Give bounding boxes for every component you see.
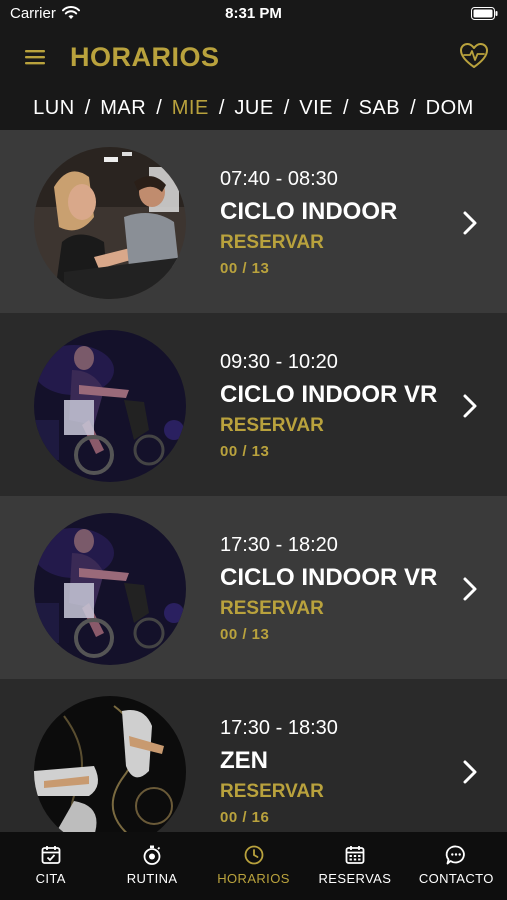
tab-contacto[interactable]: CONTACTO	[406, 832, 507, 900]
class-row[interactable]: 09:30 - 10:20 CICLO INDOOR VR RESERVAR 0…	[0, 313, 507, 496]
day-tab-sab[interactable]: SAB	[359, 97, 401, 120]
nav-bar: HORARIOS	[0, 30, 507, 86]
day-tab-jue[interactable]: JUE	[234, 97, 273, 120]
class-list: 07:40 - 08:30 CICLO INDOOR RESERVAR 00 /…	[0, 130, 507, 832]
spots-count: 00 / 13	[220, 626, 270, 643]
tab-label: HORARIOS	[217, 871, 290, 886]
day-tab-lun[interactable]: LUN	[33, 97, 75, 120]
chevron-right-icon[interactable]	[462, 759, 478, 785]
day-separator: /	[410, 96, 416, 119]
class-time: 17:30 - 18:30	[220, 717, 338, 739]
day-tab-vie[interactable]: VIE	[299, 97, 333, 120]
class-photo	[34, 513, 186, 665]
chevron-right-icon[interactable]	[462, 576, 478, 602]
tab-label: RUTINA	[126, 871, 178, 886]
calendar-grid-icon	[345, 846, 365, 864]
day-tab-dom[interactable]: DOM	[426, 97, 474, 120]
clock-icon	[244, 845, 263, 865]
clock-time: 8:31 PM	[225, 5, 282, 22]
class-photo	[34, 696, 186, 832]
class-time: 17:30 - 18:20	[220, 534, 338, 556]
heart-pulse-icon[interactable]	[459, 41, 489, 71]
class-row[interactable]: 07:40 - 08:30 CICLO INDOOR RESERVAR 00 /…	[0, 130, 507, 313]
reserve-button[interactable]: RESERVAR	[220, 781, 324, 803]
tab-label: RESERVAS	[318, 871, 392, 886]
class-time: 09:30 - 10:20	[220, 351, 338, 373]
day-tab-mar[interactable]: MAR	[100, 97, 146, 120]
reserve-button[interactable]: RESERVAR	[220, 415, 324, 437]
class-row[interactable]: 17:30 - 18:20 CICLO INDOOR VR RESERVAR 0…	[0, 496, 507, 679]
tab-label: CONTACTO	[418, 871, 494, 886]
class-photo	[34, 330, 186, 482]
class-name: CICLO INDOOR VR	[220, 564, 438, 591]
spots-count: 00 / 13	[220, 443, 270, 460]
spots-count: 00 / 13	[220, 260, 270, 277]
chat-bubble-icon	[446, 845, 466, 865]
class-name: ZEN	[220, 747, 268, 774]
chevron-right-icon[interactable]	[462, 210, 478, 236]
stopwatch-icon	[143, 845, 161, 865]
battery-icon	[471, 7, 498, 20]
day-separator: /	[84, 96, 91, 119]
hamburger-menu-icon[interactable]	[24, 48, 46, 66]
class-name: CICLO INDOOR	[220, 198, 398, 225]
tab-rutina[interactable]: RUTINA	[101, 832, 202, 900]
class-row[interactable]: 17:30 - 18:30 ZEN RESERVAR 00 / 16	[0, 679, 507, 832]
day-separator: /	[283, 96, 290, 119]
day-selector: LUN / MAR / MIE / JUE / VIE / SAB / DOM	[0, 86, 507, 130]
day-separator: /	[343, 96, 349, 119]
status-bar: Carrier 8:31 PM	[0, 0, 507, 30]
tab-horarios[interactable]: HORARIOS	[203, 832, 304, 900]
class-name: CICLO INDOOR VR	[220, 381, 438, 408]
day-tab-mie[interactable]: MIE	[172, 97, 209, 120]
class-time: 07:40 - 08:30	[220, 168, 338, 190]
tab-label: CITA	[35, 871, 66, 886]
reserve-button[interactable]: RESERVAR	[220, 232, 324, 254]
chevron-right-icon[interactable]	[462, 393, 478, 419]
tab-reservas[interactable]: RESERVAS	[304, 832, 405, 900]
tab-cita[interactable]: CITA	[0, 832, 101, 900]
spots-count: 00 / 16	[220, 809, 270, 826]
bottom-tab-bar: CITA RUTINA HORARIOS RESERVAS CONTACTO	[0, 832, 507, 900]
day-separator: /	[218, 96, 225, 119]
reserve-button[interactable]: RESERVAR	[220, 598, 324, 620]
page-title: HORARIOS	[70, 42, 220, 72]
calendar-check-icon	[41, 846, 61, 864]
class-photo	[34, 147, 186, 299]
day-separator: /	[156, 96, 162, 119]
